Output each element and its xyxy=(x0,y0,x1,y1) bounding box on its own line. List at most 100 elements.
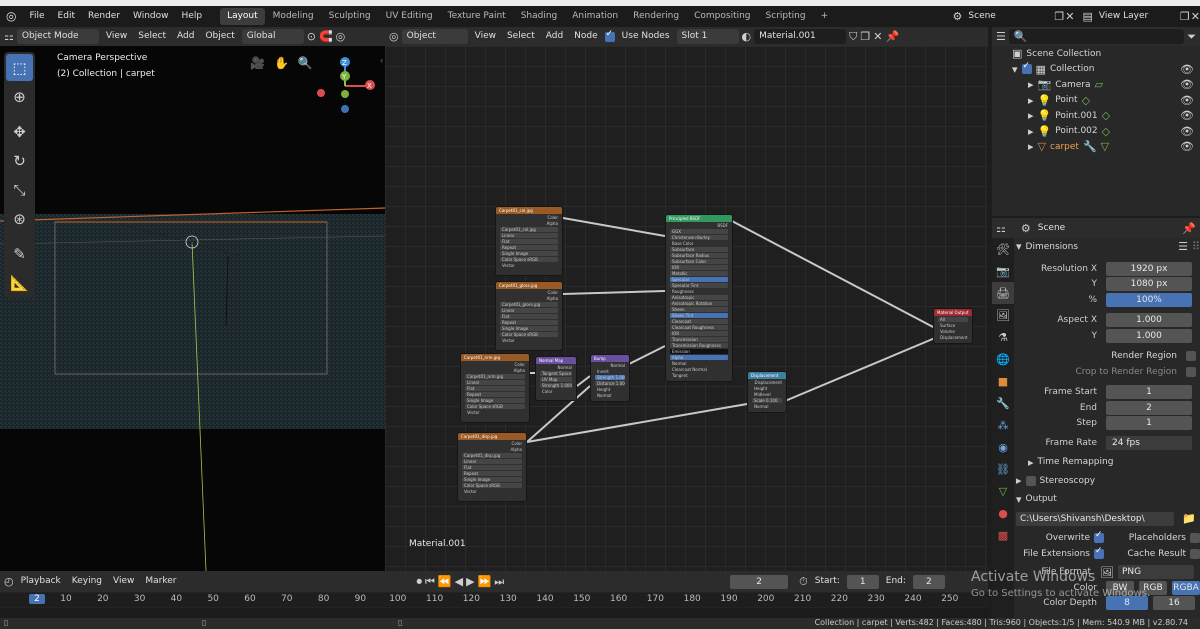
frame-start-field[interactable]: 1 xyxy=(1106,385,1192,400)
tab-scripting[interactable]: Scripting xyxy=(759,8,813,25)
resolution-x-field[interactable]: 1920 px xyxy=(1106,261,1192,276)
cursor-tool-icon[interactable]: ⊕ xyxy=(6,83,33,110)
node-field[interactable]: Repeat xyxy=(500,320,558,325)
node-field[interactable]: Flat xyxy=(465,386,525,391)
tab-texture-paint[interactable]: Texture Paint xyxy=(441,8,513,25)
node-field[interactable]: Subsurface Radius xyxy=(670,253,728,258)
presets-list-icon[interactable]: ☰ xyxy=(1178,239,1188,254)
annotate-tool-icon[interactable]: ✎ xyxy=(6,240,33,267)
light-data-icon[interactable]: ◇ xyxy=(1102,108,1110,123)
node-field[interactable]: UV Map xyxy=(540,377,572,382)
output-panel-header[interactable]: ▾ Output xyxy=(1016,492,1200,508)
depth-16-button[interactable]: 16 xyxy=(1153,596,1195,611)
node-field[interactable]: GGX xyxy=(670,229,728,234)
keying-menu[interactable]: Keying xyxy=(68,574,106,589)
orientation-dropdown[interactable]: Global xyxy=(241,29,304,44)
physics-tab-icon[interactable]: ◉ xyxy=(992,436,1014,458)
color-rgba-button[interactable]: RGBA xyxy=(1172,580,1200,595)
data-tab-icon[interactable]: ▽ xyxy=(992,480,1014,502)
texture-tab-icon[interactable]: ▩ xyxy=(992,524,1014,546)
node-menu-node[interactable]: Node xyxy=(570,29,602,44)
node-field[interactable]: IOR xyxy=(670,331,728,336)
node-field[interactable]: Strength 1.000 xyxy=(595,375,625,380)
tab-sculpting[interactable]: Sculpting xyxy=(322,8,378,25)
outliner-item-point-002[interactable]: ▸ 💡 Point.002 ◇ 👁 xyxy=(992,124,1200,140)
node-field[interactable]: Clearcoat xyxy=(670,319,728,324)
mesh-data-icon[interactable]: ▽ xyxy=(1101,139,1109,154)
tab-rendering[interactable]: Rendering xyxy=(626,8,686,25)
outliner-item-point[interactable]: ▸ 💡 Point ◇ 👁 xyxy=(992,93,1200,109)
viewport-menu-object[interactable]: Object xyxy=(201,29,238,44)
tab-layout[interactable]: Layout xyxy=(220,8,265,25)
node-field[interactable]: Specular xyxy=(670,277,728,282)
drag-handle-icon[interactable]: ⠿ xyxy=(1192,239,1200,254)
viewport-menu-add[interactable]: Add xyxy=(173,29,198,44)
node-field[interactable]: Subsurface Color xyxy=(670,259,728,264)
object-mode-dropdown[interactable]: Object Mode xyxy=(16,29,99,44)
material-tab-icon[interactable]: ● xyxy=(992,502,1014,524)
region-toggle-icon[interactable]: ‹ xyxy=(380,56,383,65)
aspect-y-field[interactable]: 1.000 xyxy=(1106,328,1192,343)
view-layer-selector[interactable]: View Layer xyxy=(1093,9,1179,24)
node-editor-type-icon[interactable]: ◎ xyxy=(389,29,399,44)
node-field[interactable]: Distance 1.000 xyxy=(595,381,625,386)
crop-region-checkbox[interactable] xyxy=(1186,366,1196,377)
node-menu-add[interactable]: Add xyxy=(542,29,567,44)
material-sphere-icon[interactable]: ◐ xyxy=(742,29,752,44)
expand-arrow-icon[interactable]: ▸ xyxy=(1028,93,1034,108)
jump-start-icon[interactable]: ⏮ xyxy=(425,574,435,589)
tab-modeling[interactable]: Modeling xyxy=(266,8,321,25)
node-field[interactable]: Flat xyxy=(500,239,558,244)
node-field[interactable]: Linear xyxy=(462,459,522,464)
add-workspace-button[interactable]: + xyxy=(814,8,836,25)
current-frame-field[interactable]: 2 xyxy=(730,574,789,589)
editor-type-icon[interactable]: ⚏ xyxy=(4,29,14,44)
slot-dropdown[interactable]: Slot 1 xyxy=(676,29,739,44)
node-field[interactable]: Single Image xyxy=(500,326,558,331)
node-field[interactable]: Scale 0.100 xyxy=(752,398,782,403)
resolution-percent-slider[interactable]: 100% xyxy=(1106,292,1192,307)
view-layer-icon[interactable]: ▤ xyxy=(1083,9,1093,24)
visibility-eye-icon[interactable]: 👁 xyxy=(1180,139,1194,154)
light-data-icon[interactable]: ◇ xyxy=(1102,124,1110,139)
node-field[interactable]: Carpet01_disp.jpg xyxy=(462,453,522,458)
aspect-x-field[interactable]: 1.000 xyxy=(1106,313,1192,328)
stereoscopy-checkbox[interactable] xyxy=(1025,475,1036,486)
pivot-icon[interactable]: ⊙ xyxy=(307,29,316,44)
play-icon[interactable]: ▶ xyxy=(466,574,474,589)
expand-arrow-icon[interactable]: ▾ xyxy=(1012,62,1018,77)
measure-tool-icon[interactable]: 📐 xyxy=(6,269,33,296)
object-tab-icon[interactable]: ■ xyxy=(992,370,1014,392)
pan-hand-icon[interactable]: ✋ xyxy=(274,56,289,70)
node-field[interactable]: Repeat xyxy=(465,392,525,397)
outliner-item-point-001[interactable]: ▸ 💡 Point.001 ◇ 👁 xyxy=(992,108,1200,124)
node-field[interactable]: Emission xyxy=(670,349,728,354)
expand-arrow-icon[interactable]: ▸ xyxy=(1028,108,1034,123)
visibility-eye-icon[interactable]: 👁 xyxy=(1180,93,1194,108)
3d-viewport[interactable]: Camera Perspective (2) Collection | carp… xyxy=(0,46,385,571)
collection-checkbox[interactable] xyxy=(1021,61,1032,75)
node-field[interactable]: Specular Tint xyxy=(670,283,728,288)
timeline-track[interactable] xyxy=(0,608,988,618)
new-view-layer-icon[interactable]: ❐ xyxy=(1180,9,1190,24)
transform-tool-icon[interactable]: ⊛ xyxy=(6,205,33,232)
node-field[interactable]: Flat xyxy=(462,465,522,470)
outliner-scene-collection[interactable]: ▣ Scene Collection xyxy=(992,46,1200,62)
world-tab-icon[interactable]: 🌐 xyxy=(992,348,1014,370)
material-name-field[interactable]: Material.001 xyxy=(754,29,847,44)
delete-scene-icon[interactable]: ✕ xyxy=(1065,9,1074,24)
node-field[interactable]: Repeat xyxy=(500,245,558,250)
modifier-wrench-icon[interactable]: 🔧 xyxy=(1083,139,1097,154)
outliner-item-collection[interactable]: ▾ ▦ Collection 👁 xyxy=(992,61,1200,78)
node-menu-select[interactable]: Select xyxy=(503,29,539,44)
node-field[interactable]: Sheen xyxy=(670,307,728,312)
node-field[interactable]: Color Space sRGB xyxy=(500,257,558,262)
frame-rate-dropdown[interactable]: 24 fps xyxy=(1106,435,1192,450)
record-icon[interactable]: ⏺ xyxy=(416,574,422,589)
next-keyframe-icon[interactable]: ⏩ xyxy=(478,574,492,589)
scene-selector[interactable]: Scene xyxy=(963,9,1054,24)
node-field[interactable]: Color Space sRGB xyxy=(500,332,558,337)
frame-end-field[interactable]: 2 xyxy=(1106,400,1192,415)
outliner-search-input[interactable]: 🔍 xyxy=(1008,29,1185,44)
tab-animation[interactable]: Animation xyxy=(565,8,625,25)
